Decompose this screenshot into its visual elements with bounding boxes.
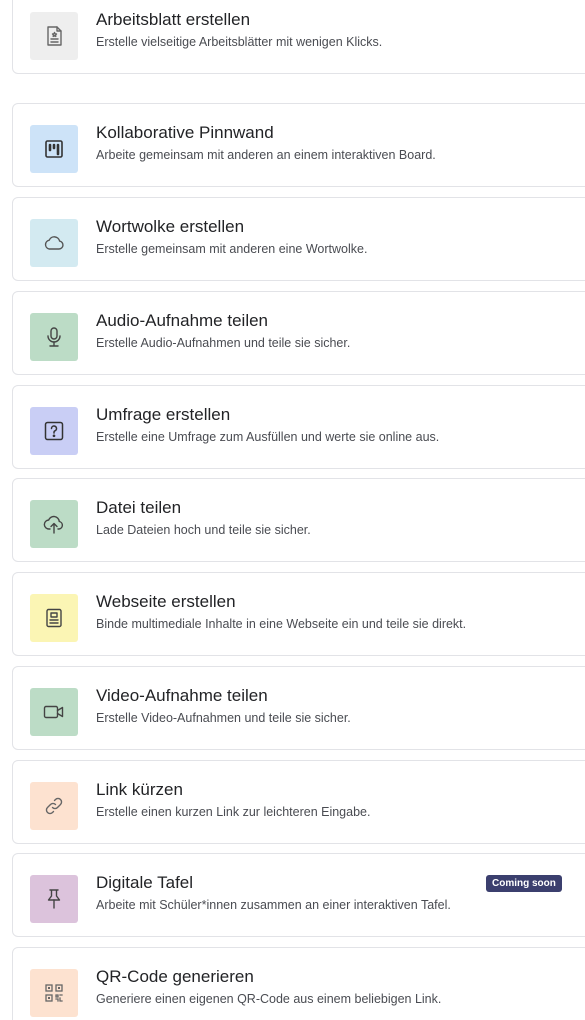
icon-box xyxy=(30,407,78,455)
tool-title: Audio-Aufnahme teilen xyxy=(96,311,269,330)
tool-card-wortwolke[interactable]: Wortwolke erstellen Erstelle gemeinsam m… xyxy=(12,197,585,281)
tool-description: Arbeite mit Schüler*innen zusammen an ei… xyxy=(96,898,451,912)
qr-code-icon xyxy=(45,984,63,1002)
tool-card-pinnwand[interactable]: Kollaborative Pinnwand Arbeite gemeinsam… xyxy=(12,103,585,187)
icon-box xyxy=(30,875,78,923)
icon-box xyxy=(30,12,78,60)
tool-description: Erstelle Video-Aufnahmen und teile sie s… xyxy=(96,711,351,725)
tool-card-datei[interactable]: Datei teilen Lade Dateien hoch und teile… xyxy=(12,478,585,562)
webpage-icon xyxy=(46,608,62,628)
icon-box xyxy=(30,594,78,642)
tool-title: QR-Code generieren xyxy=(96,967,254,986)
tool-description: Erstelle einen kurzen Link zur leichtere… xyxy=(96,805,371,819)
tool-card-umfrage[interactable]: Umfrage erstellen Erstelle eine Umfrage … xyxy=(12,385,585,469)
tool-description: Erstelle vielseitige Arbeitsblätter mit … xyxy=(96,35,383,49)
tool-title: Link kürzen xyxy=(96,780,183,799)
tool-description: Erstelle eine Umfrage zum Ausfüllen und … xyxy=(96,430,440,444)
tool-title: Kollaborative Pinnwand xyxy=(96,123,274,142)
cloud-icon xyxy=(44,236,64,250)
link-icon xyxy=(45,797,63,815)
pin-icon xyxy=(47,889,61,909)
icon-box xyxy=(30,313,78,361)
tool-title: Wortwolke erstellen xyxy=(96,217,245,236)
tool-title: Datei teilen xyxy=(96,498,182,517)
tool-card-webseite[interactable]: Webseite erstellen Binde multimediale In… xyxy=(12,572,585,656)
coming-soon-badge: Coming soon xyxy=(486,875,562,892)
tool-description: Arbeite gemeinsam mit anderen an einem i… xyxy=(96,148,436,162)
question-icon xyxy=(44,421,64,441)
tool-title: Digitale Tafel xyxy=(96,873,194,892)
tool-description: Generiere einen eigenen QR-Code aus eine… xyxy=(96,992,442,1006)
tool-card-audio[interactable]: Audio-Aufnahme teilen Erstelle Audio-Auf… xyxy=(12,291,585,375)
tool-description: Binde multimediale Inhalte in eine Webse… xyxy=(96,617,467,631)
icon-box xyxy=(30,688,78,736)
tool-description: Erstelle Audio-Aufnahmen und teile sie s… xyxy=(96,336,351,350)
tool-description: Erstelle gemeinsam mit anderen eine Wort… xyxy=(96,242,368,256)
tool-title: Umfrage erstellen xyxy=(96,405,231,424)
icon-box xyxy=(30,125,78,173)
tool-title: Arbeitsblatt erstellen xyxy=(96,10,251,29)
microphone-icon xyxy=(47,327,61,347)
icon-box xyxy=(30,782,78,830)
tool-card-video[interactable]: Video-Aufnahme teilen Erstelle Video-Auf… xyxy=(12,666,585,750)
tool-card-qr-code[interactable]: QR-Code generieren Generiere einen eigen… xyxy=(12,947,585,1020)
tool-card-arbeitsblatt[interactable]: Arbeitsblatt erstellen Erstelle vielseit… xyxy=(12,0,585,74)
worksheet-icon xyxy=(47,26,62,46)
tool-card-tafel[interactable]: Digitale Tafel Coming soon Arbeite mit S… xyxy=(12,853,585,937)
cloud-upload-icon xyxy=(43,515,64,534)
icon-box xyxy=(30,500,78,548)
tool-title: Video-Aufnahme teilen xyxy=(96,686,268,705)
tool-list: Arbeitsblatt erstellen Erstelle vielseit… xyxy=(0,0,585,1020)
tool-card-link[interactable]: Link kürzen Erstelle einen kurzen Link z… xyxy=(12,760,585,844)
icon-box xyxy=(30,219,78,267)
icon-box xyxy=(30,969,78,1017)
video-camera-icon xyxy=(43,705,64,719)
tool-title: Webseite erstellen xyxy=(96,592,236,611)
board-icon xyxy=(45,140,63,158)
tool-description: Lade Dateien hoch und teile sie sicher. xyxy=(96,523,311,537)
